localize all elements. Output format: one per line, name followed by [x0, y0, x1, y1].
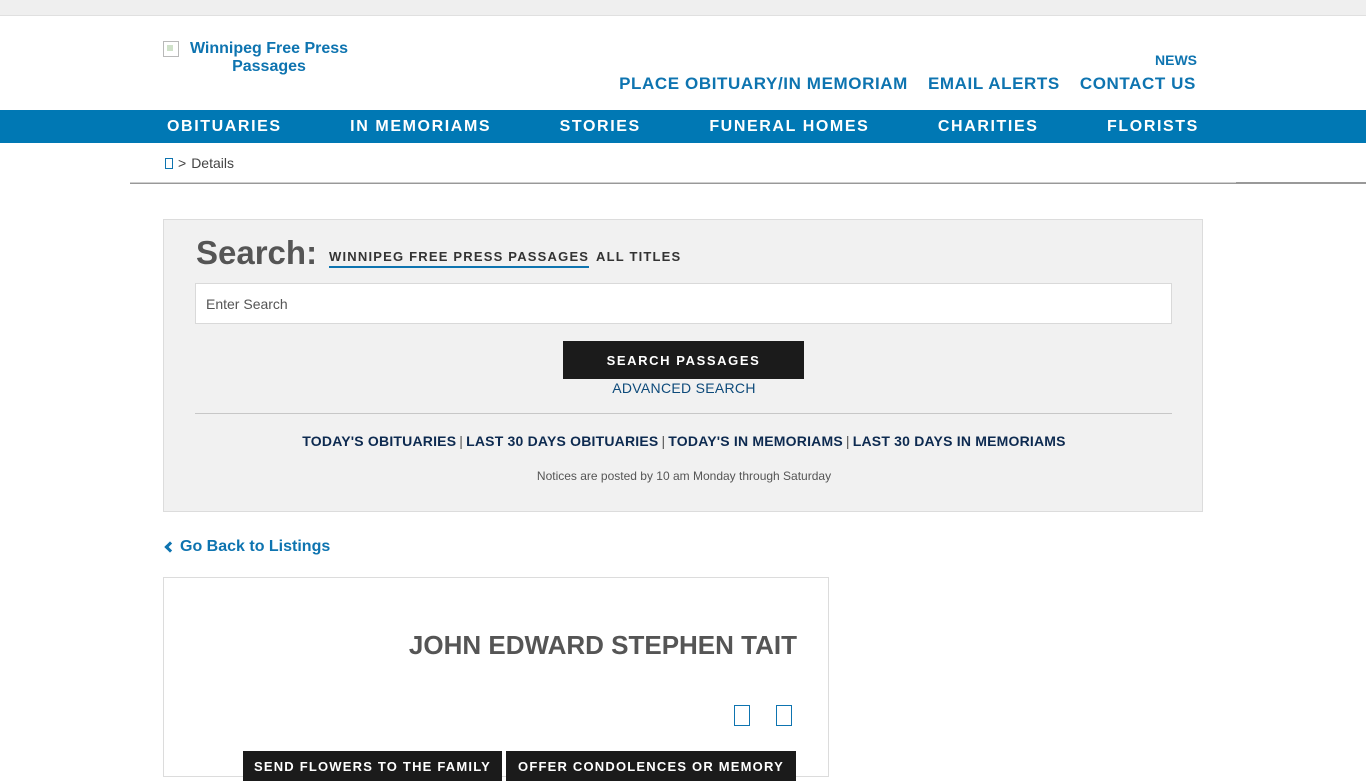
nav-stories[interactable]: STORIES	[556, 118, 645, 136]
quick-link-separator: |	[661, 433, 666, 449]
quick-link-separator: |	[459, 433, 464, 449]
site-header: Winnipeg Free Press Passages NEWS PLACE …	[0, 16, 1366, 110]
nav-funeral-homes[interactable]: FUNERAL HOMES	[705, 118, 873, 136]
share-icon[interactable]	[734, 705, 750, 726]
nav-charities[interactable]: CHARITIES	[934, 118, 1043, 136]
email-alerts-link[interactable]: EMAIL ALERTS	[928, 74, 1060, 94]
quick-links: TODAY'S OBITUARIES | LAST 30 DAYS OBITUARI…	[164, 433, 1204, 449]
send-flowers-button[interactable]: SEND FLOWERS TO THE FAMILY	[243, 751, 502, 781]
go-back-label: Go Back to Listings	[180, 538, 331, 555]
site-logo-link[interactable]: Winnipeg Free Press Passages	[163, 40, 363, 76]
place-obituary-link[interactable]: PLACE OBITUARY/IN MEMORIAM	[619, 74, 908, 94]
todays-obituaries-link[interactable]: TODAY'S OBITUARIES	[302, 433, 456, 449]
contact-us-link[interactable]: CONTACT US	[1080, 74, 1196, 94]
main-navigation: OBITUARIES IN MEMORIAMS STORIES FUNERAL …	[0, 110, 1366, 143]
news-link[interactable]: NEWS	[1155, 52, 1197, 68]
obituary-name: JOHN EDWARD STEPHEN TAIT	[408, 630, 797, 660]
last-30-days-obituaries-link[interactable]: LAST 30 DAYS OBITUARIES	[466, 433, 658, 449]
search-title: Search:	[196, 234, 318, 271]
search-passages-button[interactable]: SEARCH PASSAGES	[563, 341, 804, 379]
search-panel: Search: WINNIPEG FREE PRESS PASSAGES ALL…	[163, 219, 1203, 512]
nav-florists[interactable]: FLORISTS	[1103, 118, 1203, 136]
go-back-link[interactable]: Go Back to Listings	[163, 538, 330, 556]
last-30-days-in-memoriams-link[interactable]: LAST 30 DAYS IN MEMORIAMS	[853, 433, 1066, 449]
tab-all-titles[interactable]: ALL TITLES	[596, 249, 681, 266]
breadcrumb-separator: >	[178, 155, 187, 171]
obituary-card: JOHN EDWARD STEPHEN TAIT SEND FLOWERS TO…	[163, 577, 829, 781]
nav-in-memoriams[interactable]: IN MEMORIAMS	[346, 118, 495, 136]
home-icon[interactable]	[165, 157, 173, 169]
top-utility-bar	[0, 0, 1366, 16]
logo-alt-text: Winnipeg Free Press Passages	[189, 40, 349, 75]
header-links: PLACE OBITUARY/IN MEMORIAM EMAIL ALERTS …	[619, 74, 1196, 94]
breadcrumb-divider	[130, 182, 1366, 184]
tab-winnipeg-free-press-passages[interactable]: WINNIPEG FREE PRESS PASSAGES	[329, 249, 590, 268]
broken-image-icon	[163, 41, 179, 57]
breadcrumb-current: Details	[191, 155, 234, 171]
advanced-search-link[interactable]: ADVANCED SEARCH	[164, 380, 1204, 396]
posting-notice: Notices are posted by 10 am Monday throu…	[536, 469, 832, 483]
quick-link-separator: |	[845, 433, 850, 449]
share-icon[interactable]	[776, 705, 792, 726]
breadcrumb: > Details	[165, 155, 234, 171]
chevron-left-icon	[164, 541, 176, 553]
search-input[interactable]	[195, 283, 1172, 324]
search-divider	[195, 413, 1172, 414]
todays-in-memoriams-link[interactable]: TODAY'S IN MEMORIAMS	[668, 433, 843, 449]
offer-condolences-button[interactable]: OFFER CONDOLENCES OR MEMORY	[506, 751, 796, 781]
nav-obituaries[interactable]: OBITUARIES	[163, 118, 286, 136]
